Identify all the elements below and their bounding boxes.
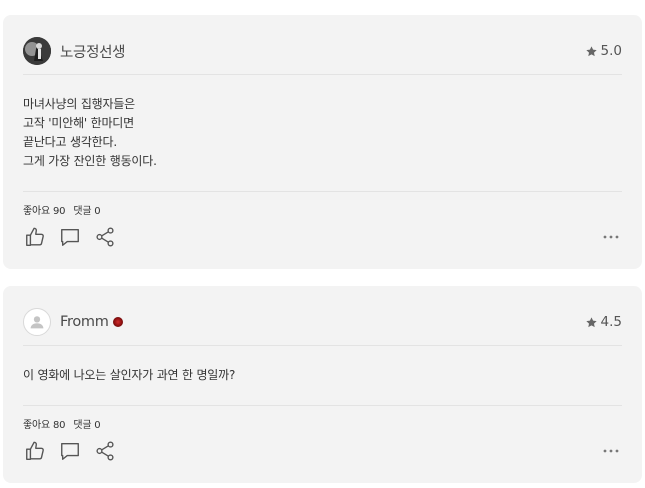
like-count: 좋아요 80 — [23, 420, 66, 431]
user-badge-icon — [112, 317, 123, 327]
avatar[interactable] — [23, 308, 51, 336]
like-count: 좋아요 90 — [23, 206, 66, 217]
username[interactable]: 노긍정선생 — [60, 41, 126, 62]
more-options-button[interactable] — [600, 225, 622, 249]
rating-value: 4.5 — [600, 314, 622, 330]
star-icon — [585, 45, 597, 56]
comment-icon — [61, 228, 79, 246]
rating: 4.5 — [585, 314, 622, 330]
review-header: Fromm 4.5 — [23, 306, 622, 338]
rating: 5.0 — [585, 43, 622, 59]
review-stats: 좋아요 90 댓글 0 — [23, 202, 101, 217]
share-button[interactable] — [93, 225, 117, 249]
like-button[interactable] — [23, 439, 47, 463]
more-options-button[interactable] — [600, 439, 622, 463]
share-button[interactable] — [93, 439, 117, 463]
like-button[interactable] — [23, 225, 47, 249]
username[interactable]: Fromm — [60, 314, 109, 330]
comment-button[interactable] — [58, 225, 82, 249]
comment-icon — [61, 442, 79, 460]
thumbs-up-icon — [26, 227, 44, 246]
review-actions — [23, 225, 622, 249]
review-header: 노긍정선생 5.0 — [23, 35, 622, 67]
star-icon — [585, 316, 597, 327]
review-actions — [23, 439, 622, 463]
comment-button[interactable] — [58, 439, 82, 463]
review-text[interactable]: 이 영화에 나오는 살인자가 과연 한 명일까? — [23, 366, 622, 385]
avatar[interactable] — [23, 37, 51, 65]
rating-value: 5.0 — [600, 43, 622, 59]
share-icon — [96, 227, 114, 247]
footer-divider — [23, 191, 622, 192]
header-divider — [23, 345, 622, 346]
footer-divider — [23, 405, 622, 406]
comment-count: 댓글 0 — [73, 420, 101, 431]
review-card: Fromm 4.5 이 영화에 나오는 살인자가 과연 한 명일까? 좋아요 8… — [3, 286, 642, 483]
review-card: 노긍정선생 5.0 마녀사냥의 집행자들은 고작 '미안해' 한마디면 끝난다고… — [3, 15, 642, 269]
header-divider — [23, 74, 622, 75]
share-icon — [96, 441, 114, 461]
review-text[interactable]: 마녀사냥의 집행자들은 고작 '미안해' 한마디면 끝난다고 생각한다. 그게 … — [23, 95, 622, 171]
avatar-image — [23, 37, 51, 65]
comment-count: 댓글 0 — [73, 206, 101, 217]
thumbs-up-icon — [26, 441, 44, 460]
default-user-icon — [30, 316, 44, 329]
more-icon — [603, 235, 619, 239]
more-icon — [603, 449, 619, 453]
review-stats: 좋아요 80 댓글 0 — [23, 416, 101, 431]
